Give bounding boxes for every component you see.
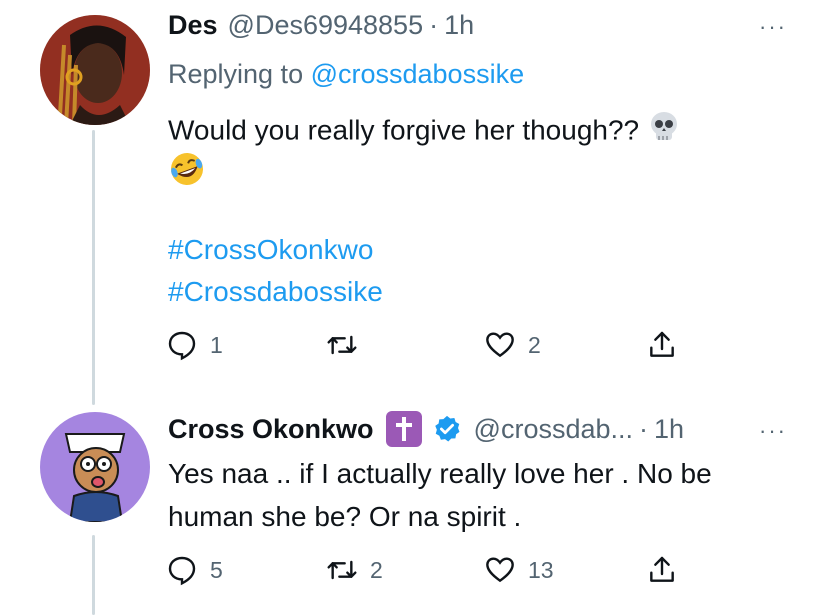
like-count: 13: [528, 556, 554, 583]
like-button[interactable]: 2: [484, 329, 541, 361]
user-handle[interactable]: @crossdab...: [474, 414, 633, 445]
retweet-icon: [327, 560, 357, 580]
reply-icon: [168, 556, 196, 586]
retweet-button[interactable]: 2: [326, 554, 383, 586]
avatar[interactable]: [40, 412, 150, 522]
replying-to-label: Replying to: [168, 59, 311, 89]
thread-line-bottom: [92, 535, 95, 615]
rolling-laughing-emoji-icon: [168, 150, 206, 198]
tweet-text-line: Would you really forgive her though??: [168, 114, 640, 146]
tweet-header: Des @Des69948855 · 1h: [168, 10, 474, 41]
replying-to: Replying to @crossdabossike: [168, 59, 524, 90]
hashtag-link[interactable]: #Crossdabossike: [168, 276, 383, 308]
share-icon: [650, 331, 674, 357]
retweet-button[interactable]: [326, 329, 370, 361]
like-count: 2: [528, 331, 541, 358]
share-button[interactable]: [646, 329, 678, 361]
replying-to-handle[interactable]: @crossdabossike: [311, 59, 525, 89]
reply-icon: [168, 331, 196, 361]
tweet-text-line: Yes naa .. if I actually really love her…: [168, 458, 712, 489]
timestamp[interactable]: 1h: [444, 10, 474, 41]
retweet-icon: [327, 335, 357, 355]
heart-icon: [486, 332, 514, 358]
tweet-header: Cross Okonkwo @crossdab... · 1h: [168, 411, 684, 447]
more-options-icon[interactable]: ···: [759, 14, 787, 40]
display-name[interactable]: Des: [168, 10, 218, 41]
retweet-count: 2: [370, 556, 383, 583]
reply-count: 5: [210, 556, 223, 583]
tweet-text-line: human she be? Or na spirit .: [168, 501, 522, 532]
latin-cross-badge-icon: [385, 411, 422, 447]
avatar[interactable]: [40, 15, 150, 125]
verified-badge-icon: [434, 415, 460, 442]
user-handle[interactable]: @Des69948855: [228, 10, 424, 41]
display-name[interactable]: Cross Okonkwo: [168, 414, 374, 445]
reply-button[interactable]: 1: [166, 329, 223, 361]
more-options-icon[interactable]: ···: [759, 418, 787, 444]
share-button[interactable]: [646, 554, 678, 586]
thread-line-top: [92, 130, 95, 405]
share-icon: [650, 556, 674, 582]
skull-emoji-icon: [647, 110, 681, 154]
timestamp[interactable]: 1h: [654, 414, 684, 445]
separator-dot: ·: [639, 413, 649, 444]
hashtag-link[interactable]: #CrossOkonkwo: [168, 234, 373, 266]
tweet-text-emoji-line: [168, 150, 206, 198]
like-button[interactable]: 13: [484, 554, 554, 586]
heart-icon: [486, 557, 514, 583]
reply-count: 1: [210, 331, 223, 358]
reply-button[interactable]: 5: [166, 554, 223, 586]
tweet-text: Would you really forgive her though??: [168, 110, 681, 154]
separator-dot: ·: [429, 10, 439, 40]
